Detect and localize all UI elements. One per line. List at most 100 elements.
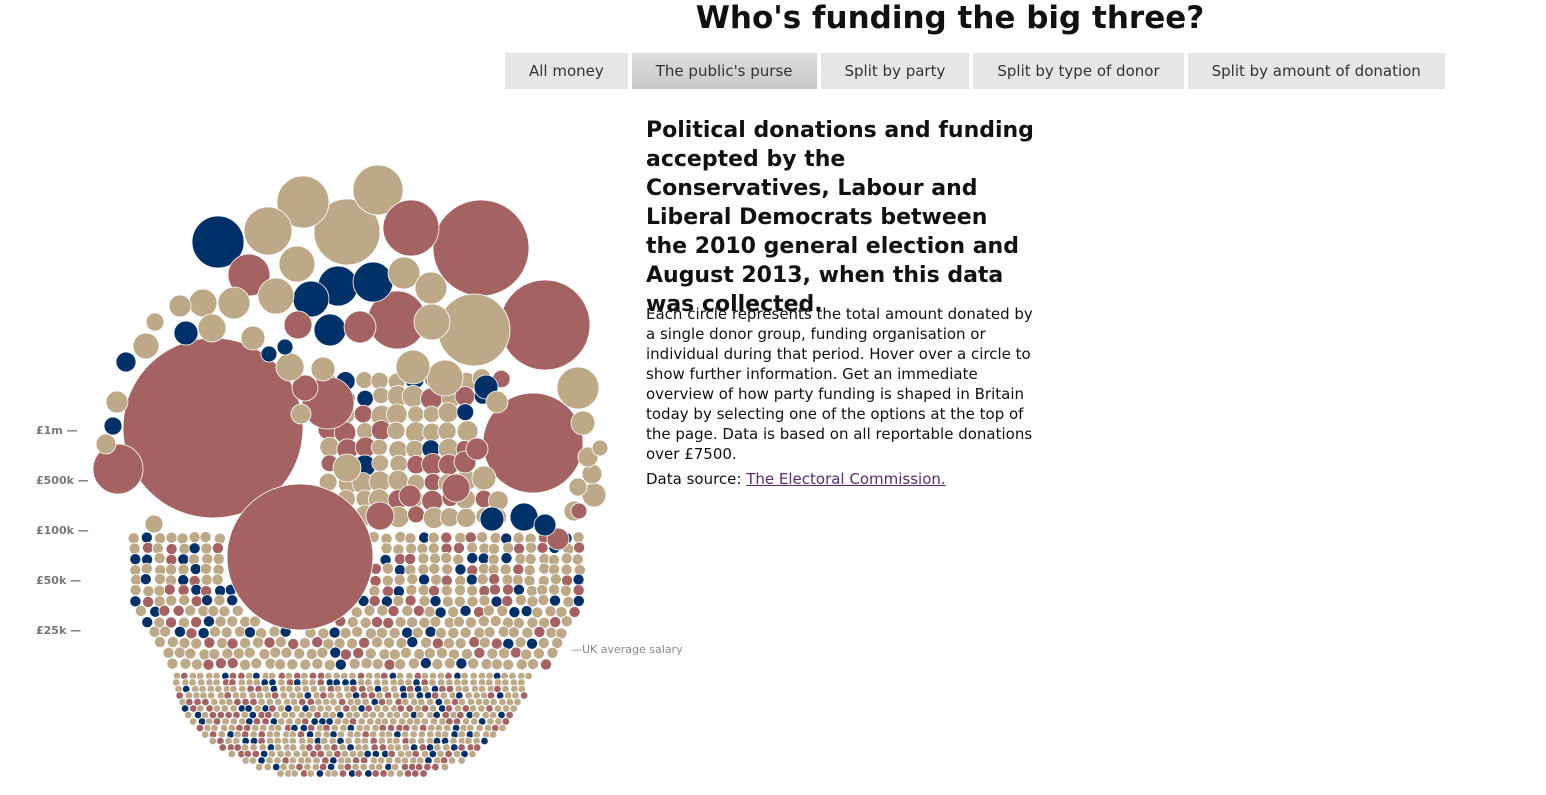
donor-bubble[interactable] — [414, 271, 448, 305]
donor-bubble[interactable] — [431, 762, 440, 772]
donor-bubble[interactable] — [452, 615, 465, 628]
donor-bubble[interactable] — [263, 762, 272, 772]
donor-bubble[interactable] — [403, 769, 413, 778]
donor-bubble[interactable] — [139, 573, 152, 586]
tab-split-by-party[interactable]: Split by party — [820, 53, 970, 89]
donor-bubble[interactable] — [370, 371, 389, 390]
donor-bubble[interactable] — [165, 543, 178, 556]
donor-bubble[interactable] — [498, 723, 507, 733]
donor-bubble[interactable] — [591, 439, 609, 457]
donor-bubble[interactable] — [191, 658, 204, 671]
donor-bubble[interactable] — [497, 625, 510, 638]
donor-bubble[interactable] — [560, 615, 573, 628]
donor-bubble[interactable] — [177, 553, 190, 566]
donor-bubble[interactable] — [498, 647, 511, 660]
donor-bubble[interactable] — [200, 573, 213, 586]
donor-bubble[interactable] — [478, 636, 491, 649]
donor-bubble[interactable] — [365, 501, 395, 531]
donor-bubble[interactable] — [398, 484, 422, 508]
donor-bubble[interactable] — [513, 542, 526, 555]
donor-bubble[interactable] — [260, 345, 278, 363]
donor-bubble[interactable] — [572, 531, 585, 544]
donor-bubble[interactable] — [148, 625, 161, 638]
donor-bubble[interactable] — [441, 563, 454, 576]
donor-bubble[interactable] — [540, 658, 553, 671]
donor-bubble[interactable] — [454, 563, 467, 576]
donor-bubble[interactable] — [263, 636, 276, 649]
donor-bubble[interactable] — [197, 313, 227, 343]
donor-bubble[interactable] — [129, 583, 142, 596]
donor-bubble[interactable] — [334, 658, 347, 671]
donor-bubble[interactable] — [394, 531, 407, 544]
donor-bubble[interactable] — [420, 636, 433, 649]
donor-bubble[interactable] — [199, 531, 212, 544]
donor-bubble[interactable] — [214, 615, 227, 628]
donor-bubble[interactable] — [293, 647, 306, 660]
donor-bubble[interactable] — [172, 604, 185, 617]
donor-bubble[interactable] — [427, 531, 440, 544]
donor-bubble[interactable] — [360, 657, 373, 670]
donor-bubble[interactable] — [387, 605, 400, 618]
donor-bubble[interactable] — [370, 438, 388, 456]
donor-bubble[interactable] — [417, 584, 430, 597]
donor-bubble[interactable] — [166, 636, 179, 649]
donor-bubble[interactable] — [226, 637, 239, 650]
donor-bubble[interactable] — [383, 636, 396, 649]
donor-bubble[interactable] — [382, 199, 440, 257]
donor-bubble[interactable] — [407, 505, 425, 524]
donor-bubble[interactable] — [502, 658, 515, 671]
donor-bubble[interactable] — [177, 563, 190, 576]
donor-bubble[interactable] — [544, 605, 557, 618]
donor-bubble[interactable] — [477, 615, 490, 628]
donor-bubble[interactable] — [144, 514, 164, 534]
donor-bubble[interactable] — [507, 626, 520, 639]
donor-bubble[interactable] — [442, 637, 455, 650]
donor-bubble[interactable] — [487, 542, 500, 555]
donor-bubble[interactable] — [315, 769, 325, 778]
donor-bubble[interactable] — [319, 436, 340, 458]
donor-bubble[interactable] — [435, 626, 448, 639]
donor-bubble[interactable] — [128, 542, 141, 555]
donor-bubble[interactable] — [166, 657, 179, 670]
donor-bubble[interactable] — [556, 366, 600, 410]
donor-bubble[interactable] — [562, 595, 575, 608]
donor-bubble[interactable] — [399, 646, 412, 659]
donor-bubble[interactable] — [306, 769, 315, 778]
donor-bubble[interactable] — [378, 648, 391, 661]
donor-bubble[interactable] — [549, 616, 562, 629]
donor-bubble[interactable] — [339, 627, 352, 640]
donor-bubble[interactable] — [473, 646, 486, 659]
donor-bubble[interactable] — [168, 294, 192, 318]
donor-bubble[interactable] — [407, 657, 420, 670]
donor-bubble[interactable] — [488, 573, 501, 586]
donor-bubble[interactable] — [153, 584, 166, 597]
donor-bubble[interactable] — [329, 646, 342, 659]
donor-bubble[interactable] — [393, 573, 406, 586]
donor-bubble[interactable] — [189, 563, 202, 576]
donor-bubble[interactable] — [127, 532, 140, 545]
donor-bubble[interactable] — [154, 573, 167, 586]
donor-bubble[interactable] — [440, 552, 453, 565]
donor-bubble[interactable] — [440, 531, 453, 544]
donor-bubble[interactable] — [280, 646, 293, 659]
donor-bubble[interactable] — [455, 657, 468, 670]
donor-bubble[interactable] — [359, 616, 372, 629]
donor-bubble[interactable] — [165, 531, 178, 544]
donor-bubble[interactable] — [286, 658, 299, 671]
donor-bubble[interactable] — [208, 625, 221, 638]
donor-bubble[interactable] — [536, 541, 549, 554]
donor-bubble[interactable] — [299, 658, 312, 671]
donor-bubble[interactable] — [431, 658, 444, 671]
donor-bubble[interactable] — [545, 626, 558, 639]
donor-bubble[interactable] — [525, 584, 538, 597]
donor-bubble[interactable] — [159, 625, 172, 638]
donor-bubble[interactable] — [151, 542, 164, 555]
donor-bubble[interactable] — [295, 762, 304, 772]
donor-bubble[interactable] — [533, 625, 546, 638]
donor-bubble[interactable] — [464, 531, 477, 544]
donor-bubble[interactable] — [515, 658, 528, 671]
donor-bubble[interactable] — [489, 615, 502, 628]
donor-bubble[interactable] — [466, 595, 479, 608]
donor-bubble[interactable] — [489, 532, 502, 545]
donor-bubble[interactable] — [188, 717, 198, 726]
